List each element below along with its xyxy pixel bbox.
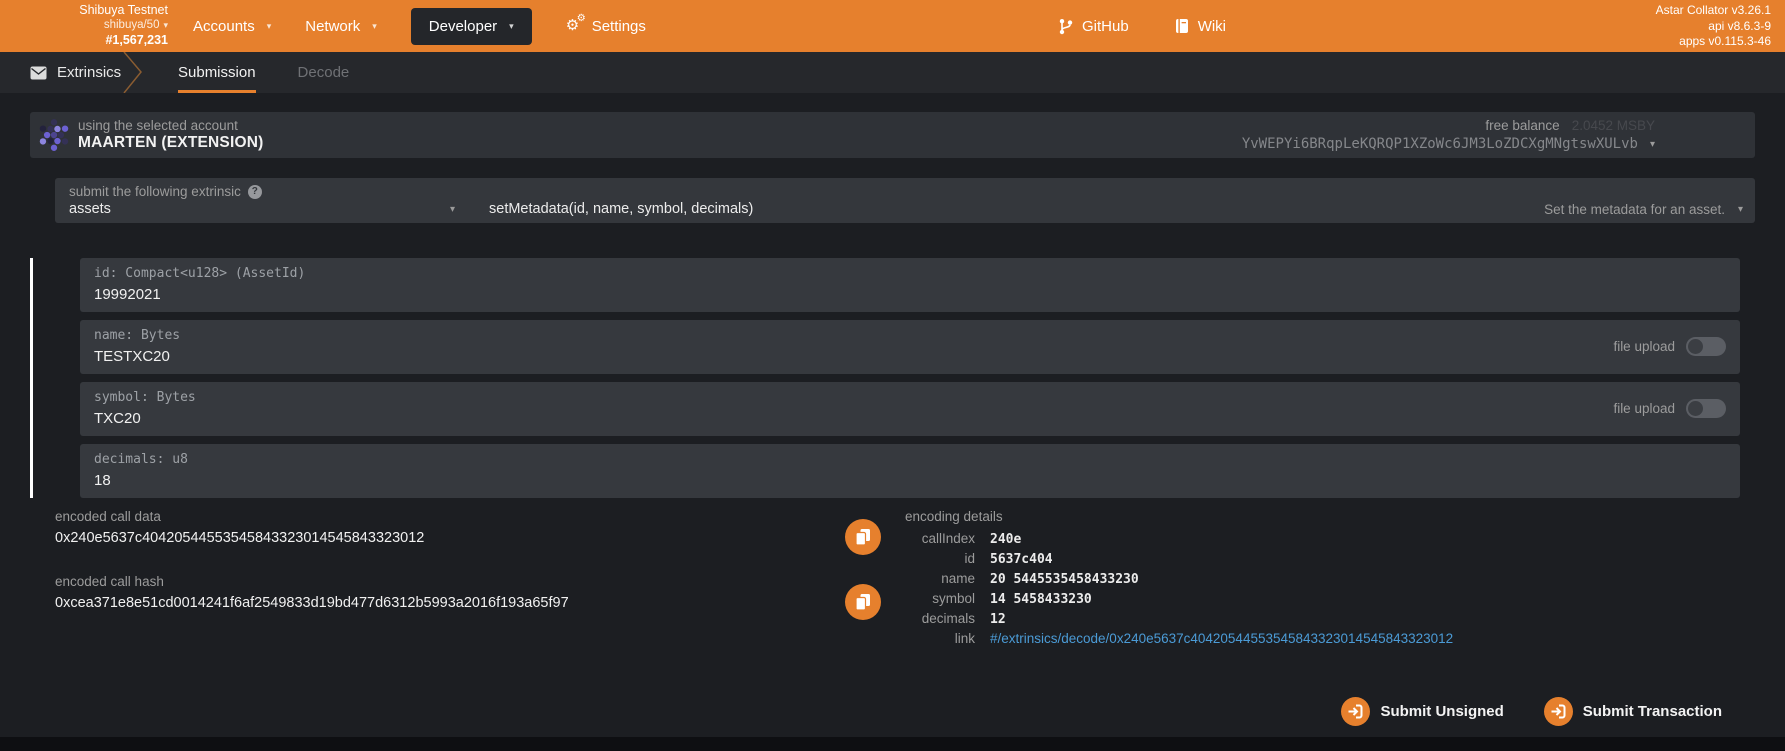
version-info: Astar Collator v3.26.1 api v8.6.3-9 apps…: [1656, 3, 1771, 50]
window-bottom-edge: [0, 737, 1785, 751]
main-nav: Accounts ▾ Network ▾ Developer ▾ ⚙ ⚙ Set…: [193, 0, 646, 52]
encoding-row-symbol: symbol 14 5458433230: [905, 591, 1453, 611]
encoding-row-id: id 5637c404: [905, 551, 1453, 571]
action-buttons: Submit Unsigned Submit Transaction: [1341, 697, 1722, 726]
encoding-details-title: encoding details: [905, 509, 1003, 524]
copy-icon: [855, 528, 871, 546]
api-version: api v8.6.3-9: [1656, 19, 1771, 35]
chain-selector[interactable]: Shibuya Testnet shibuya/50▾ #1,567,231: [28, 3, 168, 48]
call-data-value: 0x240e5637c40420544553545843323014545843…: [55, 530, 424, 546]
param-decimals-input[interactable]: decimals: u8 18: [80, 444, 1740, 498]
envelope-icon: [30, 66, 47, 80]
call-data-label: encoded call data: [55, 509, 161, 524]
param-symbol-value: TXC20: [94, 410, 141, 427]
param-id-input[interactable]: id: Compact<u128> (AssetId) 19992021: [80, 258, 1740, 312]
chevron-down-icon: ▾: [509, 21, 514, 32]
tab-decode[interactable]: Decode: [298, 52, 350, 93]
method-name: setMetadata(id, name, symbol, decimals): [489, 201, 753, 217]
param-name-label: name: Bytes: [94, 328, 180, 343]
chevron-down-icon: ▾: [372, 21, 377, 32]
param-name-value: TESTXC20: [94, 348, 170, 365]
file-upload-control: file upload: [1613, 337, 1726, 356]
param-decimals-label: decimals: u8: [94, 452, 188, 467]
file-upload-toggle[interactable]: [1686, 337, 1726, 356]
copy-call-hash-button[interactable]: [845, 584, 881, 620]
pallet-select[interactable]: assets: [69, 201, 489, 217]
book-icon: [1175, 18, 1189, 34]
extrinsic-label: submit the following extrinsic ?: [69, 184, 262, 199]
account-name: MAARTEN (EXTENSION): [78, 134, 264, 152]
file-upload-label: file upload: [1613, 401, 1675, 416]
chain-spec: shibuya/50▾: [28, 18, 168, 33]
submit-transaction-button[interactable]: Submit Transaction: [1544, 697, 1722, 726]
free-balance-value: 2.0452 MSBY: [1572, 118, 1655, 133]
chain-block-number: #1,567,231: [28, 33, 168, 48]
top-header: Shibuya Testnet shibuya/50▾ #1,567,231 A…: [0, 0, 1785, 52]
file-upload-toggle[interactable]: [1686, 399, 1726, 418]
param-symbol-label: symbol: Bytes: [94, 390, 196, 405]
chevron-down-icon: ▾: [1738, 204, 1743, 215]
chevron-down-icon: ▾: [163, 20, 168, 30]
free-balance: free balance 2.0452 MSBY: [1485, 118, 1655, 133]
apps-version: apps v0.115.3-46: [1656, 34, 1771, 50]
nav-developer[interactable]: Developer ▾: [411, 8, 532, 45]
call-hash-label: encoded call hash: [55, 574, 164, 589]
free-balance-label: free balance: [1485, 118, 1559, 133]
copy-call-data-button[interactable]: [845, 519, 881, 555]
chevron-down-icon: ▾: [450, 204, 455, 215]
param-id-value: 19992021: [94, 286, 161, 303]
submit-unsigned-button[interactable]: Submit Unsigned: [1341, 697, 1503, 726]
sign-in-icon: [1341, 697, 1370, 726]
gear-icon: ⚙ ⚙: [566, 17, 584, 35]
copy-icon: [855, 593, 871, 611]
file-upload-label: file upload: [1613, 339, 1675, 354]
account-identicon: [37, 118, 71, 152]
nav-accounts[interactable]: Accounts ▾: [193, 18, 271, 35]
node-version: Astar Collator v3.26.1: [1656, 3, 1771, 19]
nav-settings[interactable]: ⚙ ⚙ Settings: [566, 17, 646, 35]
param-decimals-value: 18: [94, 472, 111, 489]
method-select[interactable]: setMetadata(id, name, symbol, decimals) …: [489, 201, 1743, 217]
call-hash-value: 0xcea371e8e51cd0014241f6af2549833d19bd47…: [55, 595, 569, 611]
account-select-label: using the selected account: [78, 118, 238, 133]
encoding-row-name: name 20 5445535458433230: [905, 571, 1453, 591]
section-title: Extrinsics: [30, 52, 121, 93]
account-address[interactable]: YvWEPYi6BRqpLeKQRQP1XZoWc6JM3LoZDCXgMNgt…: [1242, 136, 1655, 152]
param-symbol-input[interactable]: symbol: Bytes TXC20 file upload: [80, 382, 1740, 436]
param-id-label: id: Compact<u128> (AssetId): [94, 266, 305, 281]
extrinsic-select-row: submit the following extrinsic ? assets …: [55, 178, 1755, 223]
extrinsics-page: Shibuya Testnet shibuya/50▾ #1,567,231 A…: [0, 0, 1785, 751]
toggle-knob: [1688, 339, 1703, 354]
encoding-row-decimals: decimals 12: [905, 611, 1453, 631]
toggle-knob: [1688, 401, 1703, 416]
help-icon[interactable]: ?: [248, 185, 262, 199]
file-upload-control: file upload: [1613, 399, 1726, 418]
tab-divider-chevron: [122, 52, 148, 93]
encoding-row-callindex: callIndex 240e: [905, 531, 1453, 551]
tab-bar: Extrinsics Submission Decode: [0, 52, 1785, 93]
github-link[interactable]: GitHub: [1058, 18, 1129, 35]
code-branch-icon: [1058, 18, 1073, 35]
chain-name: Shibuya Testnet: [28, 3, 168, 18]
encoding-row-link: link #/extrinsics/decode/0x240e5637c4042…: [905, 631, 1453, 651]
params-group-indicator: [30, 258, 33, 498]
tab-submission[interactable]: Submission: [178, 52, 256, 93]
chevron-down-icon: ▾: [1650, 139, 1655, 150]
external-links: GitHub Wiki: [1058, 0, 1226, 52]
decode-link[interactable]: #/extrinsics/decode/0x240e5637c404205445…: [990, 631, 1453, 646]
nav-network[interactable]: Network ▾: [305, 18, 377, 35]
param-name-input[interactable]: name: Bytes TESTXC20 file upload: [80, 320, 1740, 374]
method-description: Set the metadata for an asset. ▾: [1544, 201, 1743, 217]
sign-in-icon: [1544, 697, 1573, 726]
wiki-link[interactable]: Wiki: [1175, 18, 1226, 35]
tabs: Submission Decode: [178, 52, 349, 93]
chevron-down-icon: ▾: [267, 21, 272, 32]
account-select[interactable]: using the selected account MAARTEN (EXTE…: [30, 112, 1755, 158]
encoding-details: callIndex 240e id 5637c404 name 20 54455…: [905, 531, 1453, 651]
